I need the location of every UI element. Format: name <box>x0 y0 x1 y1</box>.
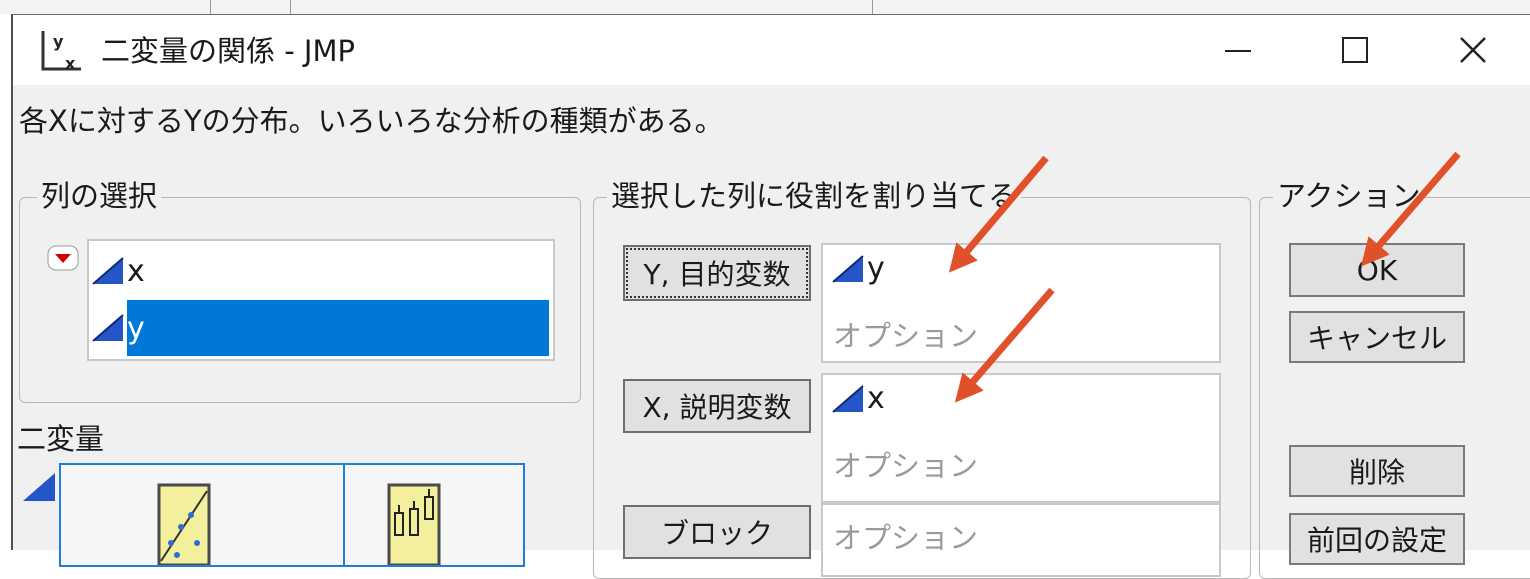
continuous-column-icon <box>832 384 864 413</box>
recall-button[interactable]: 前回の設定 <box>1289 513 1465 565</box>
svg-text:y: y <box>53 32 64 51</box>
column-list[interactable]: x y <box>87 239 555 361</box>
y-response-button[interactable]: Y, 目的変数 <box>623 245 811 301</box>
x-options-dropdown[interactable]: オプション <box>833 443 978 485</box>
background-cell <box>0 0 211 14</box>
continuous-column-icon <box>92 314 124 342</box>
maximize-icon <box>1342 37 1368 63</box>
block-role-box[interactable]: オプション <box>821 503 1221 577</box>
red-triangle-menu-icon <box>47 245 79 271</box>
divider <box>343 465 345 565</box>
analysis-type-panel <box>59 463 525 567</box>
bivariate-menu-icon[interactable] <box>21 471 57 503</box>
column-item-x[interactable]: x <box>91 243 549 299</box>
dialog-description: 各Xに対するYの分布。いろいろな分析の種類がある。 <box>19 104 724 138</box>
oneway-icon[interactable] <box>387 483 441 567</box>
y-role-box[interactable]: y オプション <box>821 243 1221 363</box>
close-icon <box>1460 37 1486 63</box>
x-role-value: x <box>831 381 885 416</box>
close-button[interactable] <box>1423 15 1523 85</box>
title-bar: y x 二変量の関係 - JMP <box>13 15 1530 85</box>
column-selection-label: 列の選択 <box>37 179 162 213</box>
actions-label: アクション <box>1273 179 1425 213</box>
bivariate-dialog: y x 二変量の関係 - JMP 各Xに対するYの分布。いろいろな分析の種類があ… <box>11 14 1530 579</box>
x-factor-button[interactable]: X, 説明変数 <box>623 379 811 433</box>
x-role-column: x <box>867 381 885 416</box>
x-role-box[interactable]: x オプション <box>821 373 1221 503</box>
background-window-strip <box>0 0 1530 14</box>
column-item-y[interactable]: y <box>91 300 549 356</box>
background-cell <box>290 0 873 14</box>
minimize-button[interactable] <box>1188 15 1288 85</box>
svg-text:x: x <box>65 54 76 73</box>
minimize-icon <box>1225 50 1251 52</box>
bivariate-app-icon: y x <box>39 29 83 73</box>
bivariate-label: 二変量 <box>17 422 105 456</box>
background-cell <box>210 0 291 14</box>
continuous-column-icon <box>832 254 864 283</box>
y-role-column: y <box>867 251 885 286</box>
y-role-value: y <box>831 251 885 286</box>
fit-line-icon[interactable] <box>157 483 211 567</box>
role-assignment-label: 選択した列に役割を割り当てる <box>607 179 1022 213</box>
window-title: 二変量の関係 - JMP <box>101 34 355 68</box>
column-item-label: x <box>127 253 145 289</box>
block-button[interactable]: ブロック <box>623 505 811 559</box>
maximize-button[interactable] <box>1305 15 1405 85</box>
block-options-dropdown[interactable]: オプション <box>833 515 978 557</box>
remove-button[interactable]: 削除 <box>1289 445 1465 497</box>
column-item-label: y <box>127 300 549 356</box>
cancel-button[interactable]: キャンセル <box>1289 311 1465 363</box>
ok-button[interactable]: OK <box>1289 243 1465 297</box>
y-options-dropdown[interactable]: オプション <box>833 313 978 355</box>
continuous-column-icon <box>92 257 124 285</box>
column-menu-button[interactable] <box>47 245 79 271</box>
